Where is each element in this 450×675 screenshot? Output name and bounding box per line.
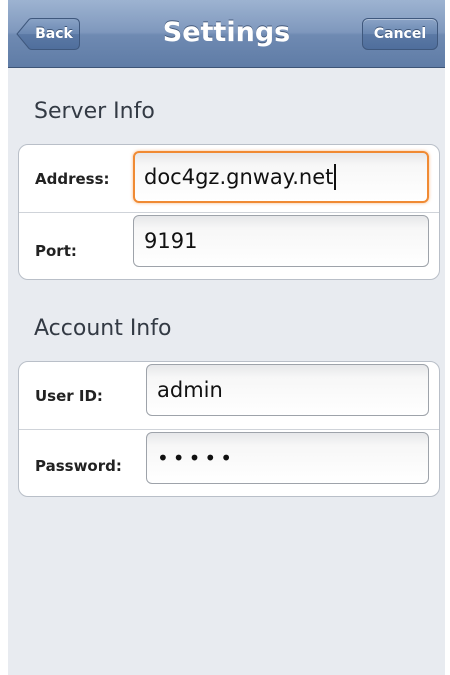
row-divider [19,212,439,213]
settings-screen: Back Settings Cancel Server Info Address… [8,0,445,675]
user-id-label: User ID: [35,387,103,405]
account-info-group: User ID: admin Password: ••••• [18,361,440,497]
address-field[interactable]: doc4gz.gnway.net [133,151,429,203]
user-id-value: admin [157,378,223,402]
port-field[interactable]: 9191 [133,215,429,267]
account-info-heading: Account Info [34,316,172,341]
address-label: Address: [35,170,110,188]
address-value: doc4gz.gnway.net [144,165,334,189]
port-value: 9191 [144,229,198,253]
row-divider [19,429,439,430]
cancel-button[interactable]: Cancel [362,18,438,50]
server-info-heading: Server Info [34,99,155,124]
password-label: Password: [35,457,122,475]
port-label: Port: [35,242,77,260]
password-field[interactable]: ••••• [146,432,429,484]
password-value: ••••• [157,446,236,470]
navigation-bar: Back Settings Cancel [8,0,445,68]
text-cursor [334,163,337,190]
server-info-group: Address: doc4gz.gnway.net Port: 9191 [18,144,440,280]
user-id-field[interactable]: admin [146,364,429,416]
